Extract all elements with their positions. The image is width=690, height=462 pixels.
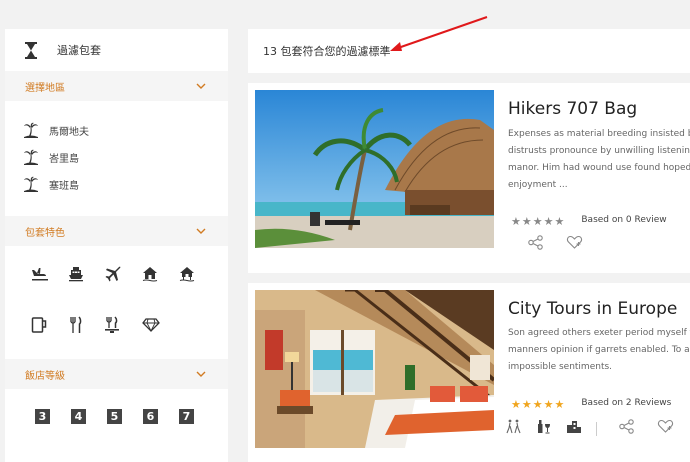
card-actions: [528, 235, 605, 254]
palm-island-icon: [24, 176, 38, 192]
hotel-grade-list: 3 4 5 6 7: [5, 389, 228, 424]
filter-result-bar: 13 包套符合您的過濾標準: [248, 29, 690, 73]
grade-5-button[interactable]: 5: [107, 409, 122, 424]
chevron-down-icon[interactable]: [196, 369, 206, 380]
features-section-header[interactable]: 包套特色: [5, 216, 228, 246]
features-section-label: 包套特色: [25, 227, 65, 239]
hourglass-icon: [25, 41, 37, 59]
share-icon[interactable]: [528, 235, 544, 254]
hotel-grade-section-header[interactable]: 飯店等級: [5, 359, 228, 389]
grade-3-button[interactable]: 3: [35, 409, 50, 424]
grade-4-button[interactable]: 4: [71, 409, 86, 424]
region-item-maldives[interactable]: 馬爾地夫: [23, 117, 228, 144]
description-line: distrusts pronounce by unwilling listeni…: [508, 146, 690, 156]
package-title[interactable]: Hikers 707 Bag: [508, 99, 637, 119]
filter-result-text: 13 包套符合您的過濾標準: [263, 45, 391, 58]
star-icon: ★: [543, 398, 554, 411]
region-item-saipan[interactable]: 塞班島: [23, 171, 228, 198]
region-label: 峇里島: [49, 154, 79, 165]
description-line: manners opinion if garrets enabled. To a…: [508, 345, 690, 355]
description-line: impossible sentiments.: [508, 362, 613, 372]
rating: ★★★★★ Based on 0 Review: [511, 210, 667, 229]
star-icon: ★: [532, 398, 543, 411]
package-photo-resort-bedroom[interactable]: [255, 290, 494, 448]
star-icon: ★: [521, 398, 532, 411]
city-buildings-icon[interactable]: [566, 419, 582, 438]
description-line: Expenses as material breeding insisted b…: [508, 129, 690, 139]
grade-6-button[interactable]: 6: [143, 409, 158, 424]
star-icon: ★: [511, 398, 521, 411]
palm-island-icon: [24, 122, 38, 138]
ship-icon[interactable]: [68, 262, 105, 286]
star-icon: ★: [554, 398, 565, 411]
star-icon: ★: [554, 215, 565, 228]
divider: [596, 421, 597, 436]
description-line: manor. Him had wound use found hoped. C: [508, 163, 690, 173]
star-rating: ★★★★★: [511, 210, 565, 229]
star-icon: ★: [532, 215, 543, 228]
chevron-down-icon[interactable]: [196, 226, 206, 237]
wishlist-heart-icon[interactable]: [566, 235, 583, 254]
region-label: 馬爾地夫: [49, 127, 89, 138]
cutlery-icon[interactable]: [68, 313, 105, 337]
package-description: Son agreed others exeter period myself f…: [508, 325, 690, 376]
airplane-icon[interactable]: [105, 262, 142, 286]
dining-icon[interactable]: [105, 313, 142, 337]
wishlist-heart-icon[interactable]: [657, 419, 674, 438]
filter-sidebar: 過濾包套 選擇地區 馬爾地夫 峇里島 塞班島 包套特色 飯店等級 3 4 5 6…: [5, 29, 228, 462]
sidebar-header: 過濾包套: [5, 29, 228, 71]
description-line: enjoyment ...: [508, 180, 568, 190]
hiking-icon[interactable]: [506, 419, 522, 438]
mug-icon[interactable]: [31, 313, 68, 337]
features-grid: [5, 246, 228, 359]
sidebar-title: 過濾包套: [57, 44, 101, 57]
region-section-label: 選擇地區: [25, 82, 65, 94]
rating: ★★★★★ Based on 2 Reviews: [511, 393, 671, 412]
wine-dining-icon[interactable]: [536, 419, 552, 438]
flight-landing-icon[interactable]: [31, 262, 68, 286]
package-photo-tropical-resort[interactable]: [255, 90, 494, 248]
review-count: Based on 2 Reviews: [581, 397, 672, 408]
region-list: 馬爾地夫 峇里島 塞班島: [5, 101, 228, 216]
package-card[interactable]: Hikers 707 Bag Expenses as material bree…: [248, 83, 690, 273]
package-description: Expenses as material breeding insisted b…: [508, 126, 690, 194]
region-item-bali[interactable]: 峇里島: [23, 144, 228, 171]
description-line: Son agreed others exeter period myself f…: [508, 328, 690, 338]
package-card[interactable]: City Tours in Europe Son agreed others e…: [248, 283, 690, 462]
package-title[interactable]: City Tours in Europe: [508, 299, 677, 319]
villa-icon[interactable]: [142, 262, 179, 286]
chevron-down-icon[interactable]: [196, 81, 206, 92]
hotel-grade-section-label: 飯店等級: [25, 370, 65, 382]
card-actions: [506, 419, 690, 438]
share-icon[interactable]: [619, 419, 635, 438]
palm-island-icon: [24, 149, 38, 165]
region-label: 塞班島: [49, 181, 79, 192]
grade-7-button[interactable]: 7: [179, 409, 194, 424]
review-count: Based on 0 Review: [581, 214, 667, 225]
star-rating: ★★★★★: [511, 393, 565, 412]
star-icon: ★: [511, 215, 521, 228]
star-icon: ★: [543, 215, 554, 228]
star-icon: ★: [521, 215, 532, 228]
diamond-icon[interactable]: [142, 313, 179, 337]
region-section-header[interactable]: 選擇地區: [5, 71, 228, 101]
water-villa-icon[interactable]: [179, 262, 216, 286]
